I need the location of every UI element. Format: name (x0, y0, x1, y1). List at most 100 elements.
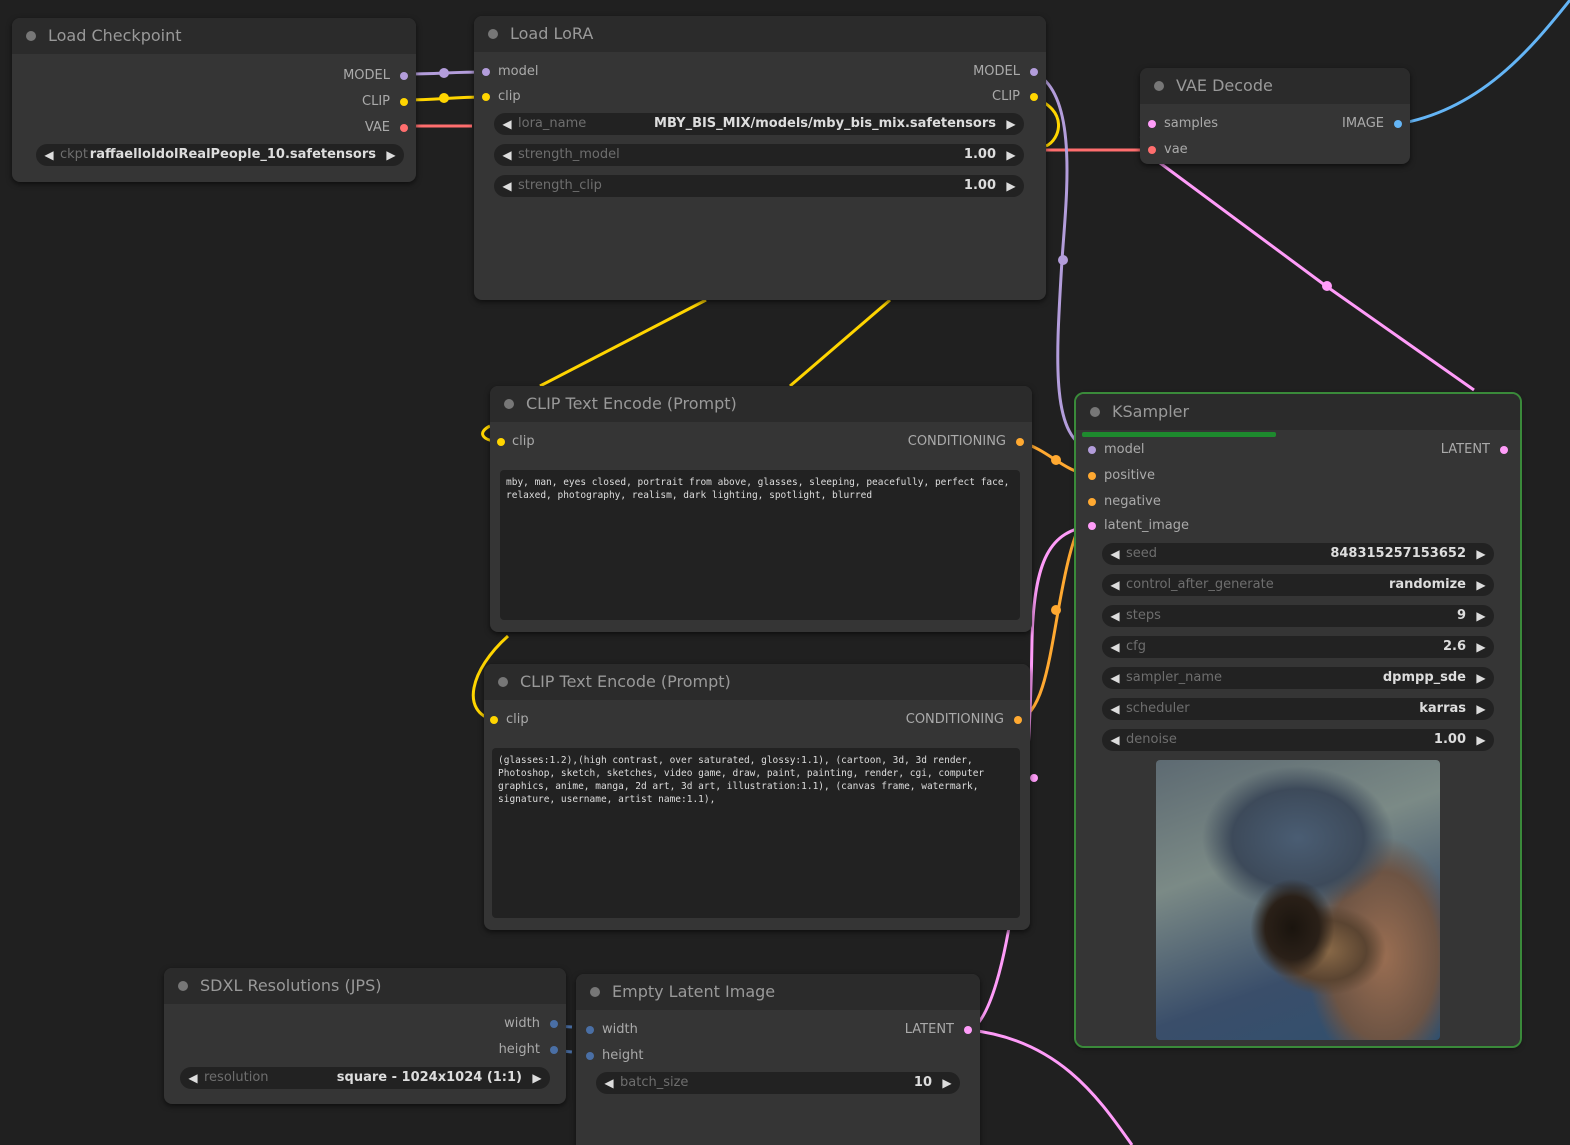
output-clip-label: CLIP (362, 94, 390, 109)
input-clip-label: clip (498, 89, 521, 104)
load-lora-node[interactable]: Load LoRA model clip MODEL CLIP ◀ lora_n… (474, 16, 1046, 300)
output-latent-pin[interactable] (1500, 446, 1508, 454)
ksampler-widget-seed[interactable]: ◀ seed 848315257153652 ▶ (1102, 543, 1494, 565)
output-width-label: width (504, 1016, 540, 1031)
prompt-text-area[interactable]: (glasses:1.2),(high contrast, over satur… (492, 748, 1020, 918)
input-model-pin[interactable] (482, 68, 490, 76)
output-model-label: MODEL (973, 64, 1020, 79)
node-title: CLIP Text Encode (Prompt) (526, 394, 737, 413)
wire-midpoint (1051, 605, 1061, 615)
collapse-dot-icon[interactable] (1154, 81, 1164, 91)
node-title: VAE Decode (1176, 76, 1273, 95)
decrement-arrow-icon[interactable]: ◀ (602, 1072, 616, 1094)
input-samples-pin[interactable] (1148, 120, 1156, 128)
ckpt-name-combo[interactable]: ◀ ckpt raffaelloIdolRealPeople_10.safete… (36, 144, 404, 166)
input-clip-pin[interactable] (490, 716, 498, 724)
input-negative-pin[interactable] (1088, 498, 1096, 506)
collapse-dot-icon[interactable] (178, 981, 188, 991)
collapse-dot-icon[interactable] (498, 677, 508, 687)
node-title-bar[interactable]: Empty Latent Image (576, 974, 980, 1010)
output-image-pin[interactable] (1394, 120, 1402, 128)
output-height-pin[interactable] (550, 1046, 558, 1054)
output-model-pin[interactable] (400, 72, 408, 80)
decrement-arrow-icon[interactable]: ◀ (500, 144, 514, 166)
collapse-dot-icon[interactable] (590, 987, 600, 997)
resolution-combo[interactable]: ◀ resolution square - 1024x1024 (1:1) ▶ (180, 1067, 550, 1089)
ksampler-widget-scheduler[interactable]: ◀ scheduler karras ▶ (1102, 698, 1494, 720)
increment-arrow-icon[interactable]: ▶ (530, 1067, 544, 1089)
vae-decode-node[interactable]: VAE Decode samples vae IMAGE (1140, 68, 1410, 164)
input-clip-pin[interactable] (497, 438, 505, 446)
strength-model-number[interactable]: ◀ strength_model 1.00 ▶ (494, 144, 1024, 166)
output-clip-pin[interactable] (1030, 93, 1038, 101)
increment-arrow-icon[interactable]: ▶ (1474, 605, 1488, 627)
input-width-pin[interactable] (586, 1026, 594, 1034)
decrement-arrow-icon[interactable]: ◀ (1108, 636, 1122, 658)
ksampler-widget-cfg[interactable]: ◀ cfg 2.6 ▶ (1102, 636, 1494, 658)
input-positive-pin[interactable] (1088, 472, 1096, 480)
input-clip-pin[interactable] (482, 93, 490, 101)
decrement-arrow-icon[interactable]: ◀ (1108, 698, 1122, 720)
decrement-arrow-icon[interactable]: ◀ (1108, 574, 1122, 596)
batch-size-number[interactable]: ◀ batch_size 10 ▶ (596, 1072, 960, 1094)
strength-clip-number[interactable]: ◀ strength_clip 1.00 ▶ (494, 175, 1024, 197)
increment-arrow-icon[interactable]: ▶ (1474, 667, 1488, 689)
increment-arrow-icon[interactable]: ▶ (1474, 543, 1488, 565)
node-title-bar[interactable]: CLIP Text Encode (Prompt) (490, 386, 1032, 422)
sdxl-resolutions-node[interactable]: SDXL Resolutions (JPS) width height ◀ re… (164, 968, 566, 1104)
widget-name: seed (1126, 546, 1158, 561)
output-width-pin[interactable] (550, 1020, 558, 1028)
ksampler-widget-denoise[interactable]: ◀ denoise 1.00 ▶ (1102, 729, 1494, 751)
prompt-text-area[interactable]: mby, man, eyes closed, portrait from abo… (500, 470, 1020, 620)
decrement-arrow-icon[interactable]: ◀ (1108, 605, 1122, 627)
ksampler-widget-sampler-name[interactable]: ◀ sampler_name dpmpp_sde ▶ (1102, 667, 1494, 689)
increment-arrow-icon[interactable]: ▶ (1474, 729, 1488, 751)
node-title-bar[interactable]: KSampler (1076, 394, 1520, 430)
decrement-arrow-icon[interactable]: ◀ (1108, 729, 1122, 751)
ksampler-widget-steps[interactable]: ◀ steps 9 ▶ (1102, 605, 1494, 627)
decrement-arrow-icon[interactable]: ◀ (1108, 543, 1122, 565)
increment-arrow-icon[interactable]: ▶ (1004, 144, 1018, 166)
increment-arrow-icon[interactable]: ▶ (384, 144, 398, 166)
ksampler-node[interactable]: KSampler model positive negative latent_… (1074, 392, 1522, 1048)
load-checkpoint-node[interactable]: Load Checkpoint MODEL CLIP VAE ◀ ckpt ra… (12, 18, 416, 182)
output-clip-pin[interactable] (400, 98, 408, 106)
clip-text-encode-positive-node[interactable]: CLIP Text Encode (Prompt) clip CONDITION… (490, 386, 1032, 632)
output-conditioning-pin[interactable] (1016, 438, 1024, 446)
node-title-bar[interactable]: VAE Decode (1140, 68, 1410, 104)
input-latent-pin[interactable] (1088, 522, 1096, 530)
collapse-dot-icon[interactable] (488, 29, 498, 39)
decrement-arrow-icon[interactable]: ◀ (500, 113, 514, 135)
decrement-arrow-icon[interactable]: ◀ (42, 144, 56, 166)
increment-arrow-icon[interactable]: ▶ (1004, 113, 1018, 135)
input-clip-label: clip (506, 712, 529, 727)
input-model-pin[interactable] (1088, 446, 1096, 454)
node-title-bar[interactable]: Load Checkpoint (12, 18, 416, 54)
node-title-bar[interactable]: Load LoRA (474, 16, 1046, 52)
increment-arrow-icon[interactable]: ▶ (1474, 636, 1488, 658)
collapse-dot-icon[interactable] (1090, 407, 1100, 417)
ksampler-widget-control-after-generate[interactable]: ◀ control_after_generate randomize ▶ (1102, 574, 1494, 596)
increment-arrow-icon[interactable]: ▶ (1004, 175, 1018, 197)
output-conditioning-pin[interactable] (1014, 716, 1022, 724)
node-title-bar[interactable]: CLIP Text Encode (Prompt) (484, 664, 1030, 700)
output-vae-pin[interactable] (400, 124, 408, 132)
input-vae-pin[interactable] (1148, 146, 1156, 154)
decrement-arrow-icon[interactable]: ◀ (500, 175, 514, 197)
decrement-arrow-icon[interactable]: ◀ (1108, 667, 1122, 689)
increment-arrow-icon[interactable]: ▶ (1474, 698, 1488, 720)
decrement-arrow-icon[interactable]: ◀ (186, 1067, 200, 1089)
clip-text-encode-negative-node[interactable]: CLIP Text Encode (Prompt) clip CONDITION… (484, 664, 1030, 930)
increment-arrow-icon[interactable]: ▶ (1474, 574, 1488, 596)
collapse-dot-icon[interactable] (26, 31, 36, 41)
output-model-pin[interactable] (1030, 68, 1038, 76)
widget-value: 9 (1456, 608, 1466, 623)
widget-name: resolution (204, 1070, 269, 1085)
output-latent-pin[interactable] (964, 1026, 972, 1034)
node-title-bar[interactable]: SDXL Resolutions (JPS) (164, 968, 566, 1004)
collapse-dot-icon[interactable] (504, 399, 514, 409)
lora-name-combo[interactable]: ◀ lora_name MBY_BIS_MIX/models/mby_bis_m… (494, 113, 1024, 135)
empty-latent-image-node[interactable]: Empty Latent Image width height LATENT ◀… (576, 974, 980, 1145)
input-height-pin[interactable] (586, 1052, 594, 1060)
increment-arrow-icon[interactable]: ▶ (940, 1072, 954, 1094)
